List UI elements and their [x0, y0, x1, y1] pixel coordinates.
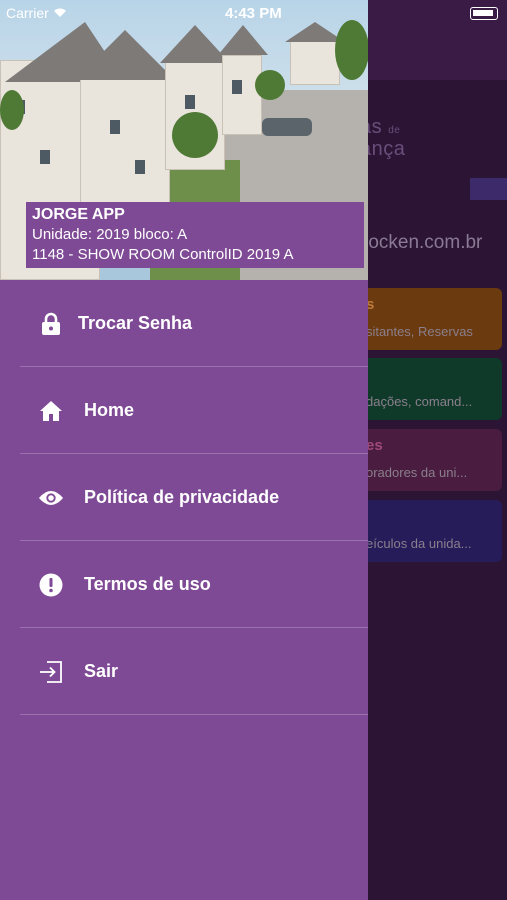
logout-icon: [38, 659, 64, 685]
card-title: es: [366, 437, 383, 454]
background-card-residents[interactable]: es oradores da uni...: [360, 429, 502, 491]
menu-item-label: Sair: [84, 661, 119, 681]
background-card-vehicles[interactable]: eículos da unida...: [360, 500, 502, 562]
background-stripe: [470, 178, 507, 200]
car-image: [262, 118, 312, 136]
drawer-menu: Trocar Senha Home Política de privacidad…: [0, 280, 368, 715]
menu-item-label: Trocar Senha: [78, 313, 193, 333]
card-subtitle: dações, comand...: [366, 394, 473, 409]
user-condo: 1148 - SHOW ROOM ControlID 2019 A: [32, 246, 294, 263]
card-subtitle: sitantes, Reservas: [366, 324, 473, 339]
menu-item-change-password[interactable]: Trocar Senha: [20, 280, 368, 367]
carrier-label: Carrier: [6, 5, 49, 21]
wifi-icon: [53, 5, 67, 21]
header-photo: Carrier 4:43 PM JORGE APP Unidade: 2019 …: [0, 0, 368, 280]
menu-item-label: Política de privacidade: [84, 487, 280, 507]
eye-icon: [38, 485, 64, 511]
lock-icon: [38, 311, 64, 337]
logo-small: de: [388, 125, 401, 136]
menu-item-logout[interactable]: Sair: [20, 628, 368, 715]
card-subtitle: oradores da uni...: [366, 465, 468, 480]
menu-item-privacy-policy[interactable]: Política de privacidade: [20, 454, 368, 541]
battery-icon: [470, 7, 498, 20]
background-site: rocken.com.br: [362, 232, 483, 253]
menu-item-terms-of-use[interactable]: Termos de uso: [20, 541, 368, 628]
menu-item-label: Home: [84, 400, 135, 420]
card-subtitle: eículos da unida...: [366, 536, 472, 551]
background-card-visitors[interactable]: s sitantes, Reservas: [360, 288, 502, 350]
home-icon: [38, 398, 64, 424]
alert-icon: [38, 572, 64, 598]
menu-item-label: Termos de uso: [84, 574, 211, 594]
user-info: JORGE APP Unidade: 2019 bloco: A 1148 - …: [26, 202, 364, 268]
menu-item-home[interactable]: Home: [20, 367, 368, 454]
navigation-drawer: Carrier 4:43 PM JORGE APP Unidade: 2019 …: [0, 0, 368, 900]
status-time: 4:43 PM: [225, 5, 282, 22]
user-unit: Unidade: 2019 bloco: A: [32, 226, 188, 243]
user-name: JORGE APP: [32, 206, 125, 223]
status-carrier: Carrier: [6, 5, 67, 21]
background-card-packages[interactable]: dações, comand...: [360, 358, 502, 420]
